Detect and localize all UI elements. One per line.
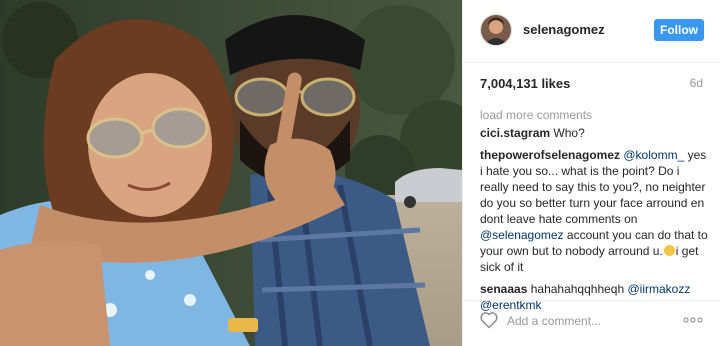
comment-mention[interactable]: @kolomm_ (623, 148, 684, 162)
follow-button[interactable]: Follow (654, 19, 704, 41)
add-comment-input[interactable] (507, 314, 667, 328)
heart-icon[interactable] (479, 310, 499, 330)
photo-illustration (0, 0, 462, 346)
likes-count[interactable]: 7,004,131 likes (480, 76, 570, 91)
username[interactable]: selenagomez (523, 22, 605, 37)
comment-author[interactable]: cici.stagram (480, 126, 550, 140)
comment-author[interactable]: senaaas (480, 282, 527, 296)
comment: thepowerofselenagomez @kolomm_ yes i hat… (480, 147, 710, 275)
post-photo[interactable] (0, 0, 462, 346)
likes-row: 7,004,131 likes 6d (480, 76, 703, 94)
comment-author[interactable]: thepowerofselenagomez (480, 148, 620, 162)
post-footer (463, 300, 720, 341)
comment-text: hahahahqqhheqh (530, 282, 628, 296)
emoji-icon (663, 245, 675, 256)
post-side-panel: selenagomez Follow 7,004,131 likes 6d lo… (462, 0, 720, 346)
avatar[interactable] (480, 14, 512, 46)
instagram-post: selenagomez Follow 7,004,131 likes 6d lo… (0, 0, 720, 346)
comment-mention[interactable]: @iirmakozz (628, 282, 691, 296)
more-options-icon[interactable] (682, 313, 704, 327)
load-more-comments[interactable]: load more comments (480, 108, 592, 122)
profile-photo-icon (481, 15, 511, 45)
comment-mention[interactable]: @selenagomez (480, 228, 564, 242)
post-header: selenagomez Follow (463, 0, 720, 63)
comment-list: cici.stagram Who? thepowerofselenagomez … (480, 125, 710, 319)
comment: cici.stagram Who? (480, 125, 710, 141)
post-age[interactable]: 6d (690, 76, 703, 90)
comment-text: Who? (553, 126, 585, 140)
